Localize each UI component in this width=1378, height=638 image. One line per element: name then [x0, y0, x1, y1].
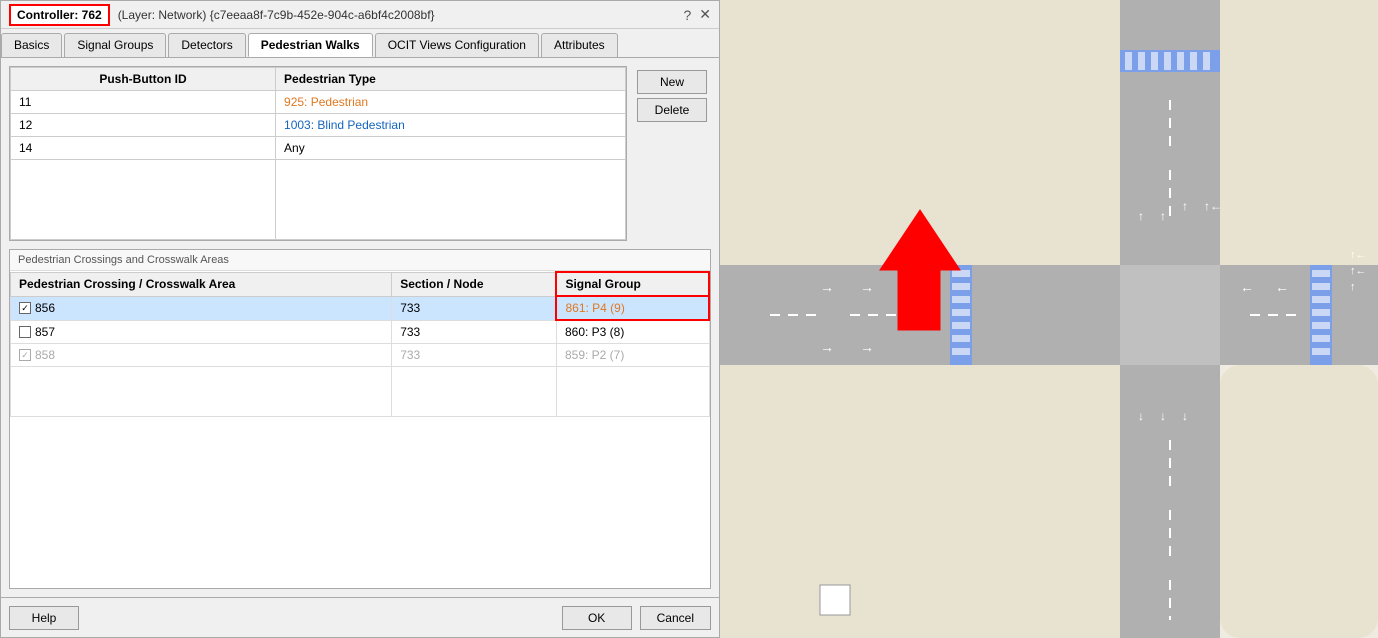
tab-attributes[interactable]: Attributes: [541, 33, 618, 57]
crossing-area-header: Pedestrian Crossing / Crosswalk Area: [11, 272, 392, 296]
svg-text:→: →: [860, 279, 874, 295]
delete-button[interactable]: Delete: [637, 98, 707, 122]
new-button[interactable]: New: [637, 70, 707, 94]
pedestrian-type-header: Pedestrian Type: [276, 68, 626, 91]
pb-id-14: 14: [11, 137, 276, 160]
svg-text:↓: ↓: [1182, 409, 1188, 423]
svg-text:→: →: [860, 339, 874, 355]
svg-text:↑: ↑: [1350, 281, 1356, 293]
table-row-empty: [11, 160, 626, 240]
push-button-table-wrapper: Push-Button ID Pedestrian Type 11 925: P…: [9, 66, 627, 241]
tab-signal-groups[interactable]: Signal Groups: [64, 33, 166, 57]
road-map-svg: → → → ← ← ↑ ↑ ↑← ↑ ↑ ↓: [720, 0, 1378, 638]
crossing-area-857: 857: [11, 320, 392, 344]
svg-text:↓: ↓: [1138, 409, 1144, 423]
tab-pedestrian-walks[interactable]: Pedestrian Walks: [248, 33, 373, 57]
signal-group-857: 860: P3 (8): [556, 320, 709, 344]
checkbox-858[interactable]: [19, 349, 31, 361]
svg-text:↓: ↓: [1160, 409, 1166, 423]
crossing-area-858: 858: [11, 344, 392, 367]
signal-group-858: 859: P2 (7): [556, 344, 709, 367]
table-row[interactable]: 12 1003: Blind Pedestrian: [11, 114, 626, 137]
table-row[interactable]: 856 733 861: P4 (9): [11, 296, 710, 320]
crossings-table: Pedestrian Crossing / Crosswalk Area Sec…: [10, 271, 710, 417]
tab-bar: Basics Signal Groups Detectors Pedestria…: [1, 29, 719, 58]
map-area: → → → ← ← ↑ ↑ ↑← ↑ ↑ ↓: [720, 0, 1378, 638]
svg-text:↑←: ↑←: [1350, 249, 1367, 261]
close-icon[interactable]: ✕: [699, 6, 711, 23]
section-856: 733: [392, 296, 557, 320]
push-button-id-header: Push-Button ID: [11, 68, 276, 91]
checkbox-856[interactable]: [19, 302, 31, 314]
svg-text:↑←: ↑←: [1204, 199, 1222, 213]
svg-text:→: →: [820, 339, 834, 355]
pb-id-11: 11: [11, 91, 276, 114]
crossings-section: Pedestrian Crossings and Crosswalk Areas…: [9, 249, 711, 589]
push-button-table: Push-Button ID Pedestrian Type 11 925: P…: [10, 67, 626, 240]
tab-ocit-views[interactable]: OCIT Views Configuration: [375, 33, 539, 57]
title-bar-icons: ? ✕: [683, 6, 711, 23]
tab-content: Push-Button ID Pedestrian Type 11 925: P…: [1, 58, 719, 597]
table-row[interactable]: 11 925: Pedestrian: [11, 91, 626, 114]
crossing-area-856: 856: [11, 296, 392, 320]
svg-text:↑: ↑: [1138, 209, 1144, 223]
window-subtitle: (Layer: Network) {c7eeaa8f-7c9b-452e-904…: [118, 8, 435, 22]
svg-text:↑: ↑: [1182, 199, 1188, 213]
svg-text:↑: ↑: [1160, 209, 1166, 223]
footer-left: Help: [9, 606, 79, 630]
ok-button[interactable]: OK: [562, 606, 632, 630]
tab-basics[interactable]: Basics: [1, 33, 62, 57]
crossing-id-856: 856: [35, 301, 55, 315]
push-button-section: Push-Button ID Pedestrian Type 11 925: P…: [9, 66, 711, 241]
left-panel: Controller: 762 (Layer: Network) {c7eeaa…: [0, 0, 720, 638]
crossing-id-857: 857: [35, 325, 55, 339]
title-bar: Controller: 762 (Layer: Network) {c7eeaa…: [1, 1, 719, 29]
help-button[interactable]: Help: [9, 606, 79, 630]
table-row[interactable]: 14 Any: [11, 137, 626, 160]
checkbox-857[interactable]: [19, 326, 31, 338]
pb-id-12: 12: [11, 114, 276, 137]
cancel-button[interactable]: Cancel: [640, 606, 711, 630]
signal-group-header: Signal Group: [556, 272, 709, 296]
crossing-id-858: 858: [35, 348, 55, 362]
help-icon[interactable]: ?: [683, 7, 691, 23]
push-button-buttons: New Delete: [633, 66, 711, 241]
pb-type-14: Any: [276, 137, 626, 160]
crossings-section-title: Pedestrian Crossings and Crosswalk Areas: [10, 250, 710, 271]
pb-type-12: 1003: Blind Pedestrian: [276, 114, 626, 137]
map-panel: → → → ← ← ↑ ↑ ↑← ↑ ↑ ↓: [720, 0, 1378, 638]
signal-group-856: 861: P4 (9): [556, 296, 709, 320]
section-node-header: Section / Node: [392, 272, 557, 296]
svg-text:←: ←: [1275, 279, 1289, 295]
tab-detectors[interactable]: Detectors: [168, 33, 245, 57]
footer: Help OK Cancel: [1, 597, 719, 637]
title-bar-left: Controller: 762 (Layer: Network) {c7eeaa…: [9, 4, 435, 26]
svg-text:→: →: [820, 279, 834, 295]
table-row[interactable]: 857 733 860: P3 (8): [11, 320, 710, 344]
svg-text:↑←: ↑←: [1350, 265, 1367, 277]
section-858: 733: [392, 344, 557, 367]
section-857: 733: [392, 320, 557, 344]
svg-text:←: ←: [1240, 279, 1254, 295]
controller-title: Controller: 762: [9, 4, 110, 26]
table-row-empty: [11, 367, 710, 417]
pb-type-11: 925: Pedestrian: [276, 91, 626, 114]
table-row[interactable]: 858 733 859: P2 (7): [11, 344, 710, 367]
footer-right: OK Cancel: [562, 606, 711, 630]
